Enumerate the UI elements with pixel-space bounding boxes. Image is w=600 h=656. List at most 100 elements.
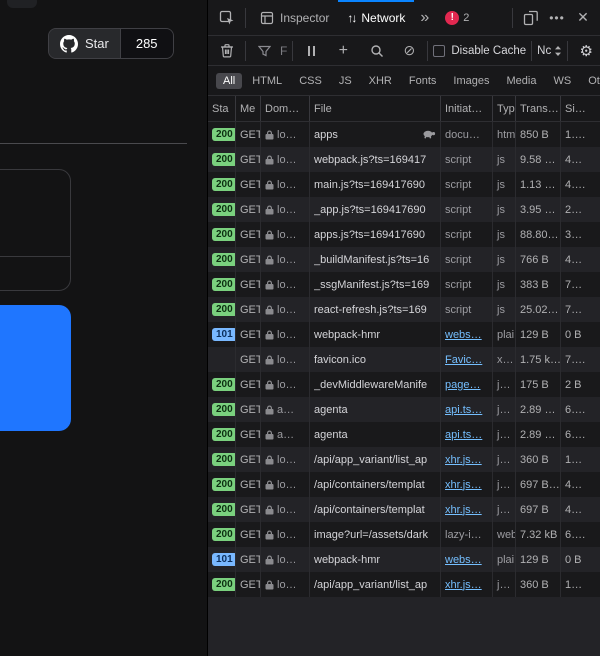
network-request-row[interactable]: 200GETlo…_buildManifest.js?ts=16scriptjs… [208, 247, 600, 272]
initiator-link[interactable]: webs… [445, 329, 482, 341]
error-icon: ! [445, 11, 459, 25]
network-request-row[interactable]: 200GETlo…webpack.js?ts=169417scriptjs9.5… [208, 147, 600, 172]
github-star-count[interactable]: 285 [120, 29, 173, 58]
filter-type-css[interactable]: CSS [292, 73, 329, 89]
tab-network[interactable]: ↑↓ Network [338, 0, 414, 36]
page-card-divider [0, 256, 70, 257]
network-request-row[interactable]: 101GETlo…webpack-hmrwebs…plai129 B0 B [208, 322, 600, 347]
status-cell: 200 [208, 122, 236, 147]
filter-urls-icon[interactable] [251, 38, 277, 64]
initiator-link[interactable]: webs… [445, 554, 482, 566]
filter-type-js[interactable]: JS [332, 73, 359, 89]
filter-type-ot[interactable]: Ot [581, 73, 600, 89]
filter-urls-input[interactable]: F [280, 44, 287, 58]
column-header-status[interactable]: Sta [208, 96, 236, 121]
column-header-type[interactable]: Typ [493, 96, 516, 121]
type-cell: plai [493, 322, 516, 347]
type-cell: js [493, 247, 516, 272]
lock-icon [265, 230, 274, 240]
network-toolbar: F + ⊘ Disable Cache Nc ⚙ [208, 36, 600, 66]
initiator-link[interactable]: api.ts… [445, 429, 482, 441]
github-star-widget[interactable]: Star 285 [48, 28, 174, 59]
column-header-file[interactable]: File [310, 96, 441, 121]
add-request-icon[interactable]: + [330, 38, 356, 64]
network-request-row[interactable]: 200GETlo…apps.js?ts=169417690scriptjs88.… [208, 222, 600, 247]
network-request-row[interactable]: 200GETlo…image?url=/assets/darklazy-i…we… [208, 522, 600, 547]
network-request-row[interactable]: 200GETa…agentaapi.ts…j…2.89 …6…. [208, 397, 600, 422]
filter-type-fonts[interactable]: Fonts [402, 73, 444, 89]
network-request-row[interactable]: 200GETlo…react-refresh.js?ts=169scriptjs… [208, 297, 600, 322]
disable-cache-label[interactable]: Disable Cache [451, 45, 526, 57]
filter-type-all[interactable]: All [216, 73, 242, 89]
file-cell: webpack-hmr [310, 322, 441, 347]
status-badge: 200 [212, 228, 236, 241]
network-request-row[interactable]: GETlo…favicon.icoFavic…x…1.75 k…7…. [208, 347, 600, 372]
network-request-row[interactable]: 200GETlo…main.js?ts=169417690scriptjs1.1… [208, 172, 600, 197]
filter-type-ws[interactable]: WS [546, 73, 578, 89]
file-cell: agenta [310, 397, 441, 422]
network-settings-gear-icon[interactable]: ⚙ [573, 38, 599, 64]
initiator-link[interactable]: api.ts… [445, 404, 482, 416]
status-cell [208, 347, 236, 372]
lock-icon [265, 405, 274, 415]
file-cell: _devMiddlewareManife [310, 372, 441, 397]
close-devtools-icon[interactable]: ✕ [570, 5, 596, 31]
method-cell: GET [236, 122, 261, 147]
network-request-row[interactable]: 200GETlo…/api/containers/templatxhr.js…j… [208, 497, 600, 522]
filter-type-images[interactable]: Images [446, 73, 496, 89]
initiator-link[interactable]: xhr.js… [445, 479, 482, 491]
responsive-design-icon[interactable] [518, 5, 544, 31]
file-name: /api/containers/templat [314, 504, 436, 516]
status-cell: 200 [208, 247, 236, 272]
initiator-link[interactable]: Favic… [445, 354, 482, 366]
column-header-domain[interactable]: Dom… [261, 96, 310, 121]
meatball-menu-icon[interactable]: ••• [544, 5, 570, 31]
search-icon[interactable] [364, 38, 390, 64]
filter-type-media[interactable]: Media [499, 73, 543, 89]
filter-type-html[interactable]: HTML [245, 73, 289, 89]
partial-top-button[interactable] [7, 0, 37, 8]
more-tabs-icon[interactable]: » [414, 9, 435, 27]
clear-requests-icon[interactable] [214, 38, 240, 64]
initiator-link[interactable]: xhr.js… [445, 579, 482, 591]
network-request-row[interactable]: 200GETlo…_app.js?ts=169417690scriptjs3.9… [208, 197, 600, 222]
throttling-dropdown[interactable]: Nc [537, 45, 562, 57]
column-header-initiator[interactable]: Initiat… [441, 96, 493, 121]
initiator-link[interactable]: page… [445, 379, 480, 391]
method-cell: GET [236, 247, 261, 272]
github-star-button[interactable]: Star [49, 29, 120, 58]
pick-element-icon[interactable] [214, 5, 240, 31]
network-request-row[interactable]: 101GETlo…webpack-hmrwebs…plai129 B0 B [208, 547, 600, 572]
network-request-row[interactable]: 200GETlo…/api/containers/templatxhr.js…j… [208, 472, 600, 497]
column-header-size[interactable]: Si… [561, 96, 600, 121]
page-divider [0, 143, 187, 144]
initiator-link[interactable]: xhr.js… [445, 454, 482, 466]
toolbar-separator [567, 41, 568, 61]
column-header-transferred[interactable]: Trans… [516, 96, 561, 121]
error-count-badge[interactable]: ! 2 [445, 11, 469, 25]
size-cell: 4… [561, 247, 600, 272]
network-request-row[interactable]: 200GETlo…_ssgManifest.js?ts=169scriptjs3… [208, 272, 600, 297]
status-cell: 200 [208, 422, 236, 447]
network-request-row[interactable]: 200GETlo…appsdocu…htm850 B1…. [208, 122, 600, 147]
status-cell: 101 [208, 547, 236, 572]
block-requests-icon[interactable]: ⊘ [396, 38, 422, 64]
column-header-method[interactable]: Me [236, 96, 261, 121]
initiator-link[interactable]: xhr.js… [445, 504, 482, 516]
network-request-row[interactable]: 200GETlo…/api/app_variant/list_apxhr.js…… [208, 447, 600, 472]
pause-traffic-icon[interactable] [298, 38, 324, 64]
tab-inspector[interactable]: Inspector [251, 0, 338, 36]
filter-type-xhr[interactable]: XHR [362, 73, 399, 89]
network-request-row[interactable]: 200GETa…agentaapi.ts…j…2.89 …6…. [208, 422, 600, 447]
domain-cell: lo… [261, 322, 310, 347]
lock-icon [265, 305, 274, 315]
page-blue-button[interactable] [0, 305, 71, 431]
initiator-cell: api.ts… [441, 397, 493, 422]
network-request-row[interactable]: 200GETlo…/api/app_variant/list_apxhr.js…… [208, 572, 600, 597]
size-cell: 2 B [561, 372, 600, 397]
initiator-text: script [445, 304, 471, 316]
domain-text: a… [277, 429, 294, 441]
size-cell: 4… [561, 472, 600, 497]
network-request-row[interactable]: 200GETlo…_devMiddlewareManifepage…j…175 … [208, 372, 600, 397]
disable-cache-checkbox[interactable] [433, 45, 445, 57]
